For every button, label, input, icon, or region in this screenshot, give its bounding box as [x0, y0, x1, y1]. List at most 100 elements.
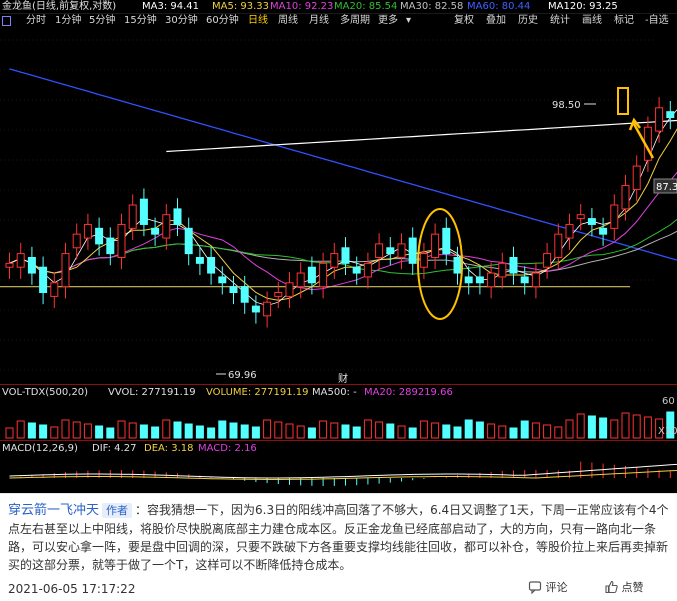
volume-title: VOL-TDX(500,20)	[2, 387, 89, 398]
candle-body	[408, 237, 417, 264]
candle-body	[139, 198, 148, 225]
volume-bar	[621, 412, 630, 439]
candle-body	[285, 282, 294, 297]
highlight-box	[617, 87, 629, 115]
candle-body	[363, 262, 372, 278]
volume-bar	[531, 422, 540, 439]
volume-bar	[106, 427, 115, 439]
volume-bar	[352, 426, 361, 439]
candle-body	[431, 233, 440, 259]
stock-chart-panel[interactable]: 金龙鱼(日线,前复权,对数) MA3: 94.41 MA5: 93.33 MA1…	[0, 0, 677, 493]
macd-dea-value: DEA: 3.18	[144, 443, 194, 454]
volume-bar	[117, 420, 126, 439]
candle-body	[263, 301, 272, 317]
volume-bar	[599, 417, 608, 439]
volume-bar	[341, 424, 350, 439]
high-price-label: 98.50	[552, 100, 581, 111]
candle-body	[173, 208, 182, 225]
candle-body	[509, 257, 518, 274]
volume-bar	[464, 419, 473, 439]
volume-bar	[195, 425, 204, 439]
volume-indicator-title: VOL-TDX(500,20) VVOL: 277191.19 VOLUME: …	[0, 386, 677, 399]
volume-bar	[5, 427, 14, 439]
candle-body	[117, 223, 126, 258]
candle-body	[655, 107, 664, 132]
vvol-value: VVOL: 277191.19	[108, 387, 196, 398]
candle-body	[442, 227, 451, 255]
candle-body	[666, 111, 675, 118]
candle-body	[39, 266, 48, 294]
volume-bar	[72, 421, 81, 439]
ma120-line	[166, 119, 677, 153]
ma500-value: MA500: -	[312, 387, 357, 398]
macd-indicator-title: MACD(12,26,9) DIF: 4.27 DEA: 3.18 MACD: …	[0, 442, 677, 455]
volume-bar	[453, 426, 462, 439]
volume-bar	[386, 423, 395, 439]
like-label: 点赞	[621, 581, 644, 594]
volume-bar	[565, 419, 574, 439]
ma3-line	[9, 109, 677, 306]
candle-body	[61, 253, 70, 288]
macd-dea-line	[9, 469, 677, 480]
candle-body	[27, 257, 36, 274]
volume-bar	[554, 426, 563, 439]
volume-bar	[285, 423, 294, 439]
volume-bar	[543, 424, 552, 439]
candle-body	[610, 204, 619, 229]
comment-icon	[528, 581, 542, 595]
volume-bar	[173, 421, 182, 439]
volume-bar	[274, 421, 283, 439]
candle-body	[599, 227, 608, 235]
volume-bar	[139, 424, 148, 439]
candle-body	[296, 272, 305, 288]
volume-bar	[442, 424, 451, 439]
macd-dif-line	[9, 463, 677, 479]
volume-bar	[520, 420, 529, 439]
comment-author[interactable]: 穿云箭一飞冲天	[8, 503, 99, 518]
candle-body	[95, 227, 104, 245]
volume-bar	[207, 427, 216, 439]
candle-body	[218, 276, 227, 284]
author-badge: 作者	[102, 503, 133, 518]
candle-body	[453, 257, 462, 274]
comment-reply-button[interactable]: 评论	[528, 580, 568, 596]
volume-bar	[632, 414, 641, 439]
comment-time: 2021-06-05 17:17:22	[8, 582, 136, 596]
candle-body	[274, 292, 283, 297]
candle-body	[565, 223, 574, 239]
candle-body	[106, 237, 115, 255]
candle-body	[475, 276, 484, 284]
candle-body	[386, 247, 395, 255]
candle-body	[419, 253, 428, 268]
volume-bar	[431, 422, 440, 439]
volume-bar	[319, 420, 328, 439]
volume-axis-top: 60	[662, 396, 675, 407]
volume-bar	[50, 426, 59, 439]
candle-body	[498, 262, 507, 278]
candle-body	[576, 214, 585, 220]
macd-macd-value: MACD: 2.16	[198, 443, 257, 454]
volume-bar	[16, 420, 25, 439]
low-price-label: 69.96	[228, 370, 257, 381]
thumbs-up-icon	[605, 580, 618, 594]
candle-body	[229, 286, 238, 293]
volume-bar	[475, 421, 484, 439]
volume-bar	[240, 424, 249, 439]
comment-reply-label: 评论	[545, 581, 568, 594]
candle-body	[543, 253, 552, 268]
candle-body	[375, 243, 384, 258]
volume-bar	[95, 425, 104, 439]
volume-bar	[576, 413, 585, 439]
candle-body	[397, 243, 406, 258]
volume-bar	[296, 425, 305, 439]
candle-body	[554, 233, 563, 259]
volume-bar	[375, 421, 384, 439]
volume-bar	[509, 427, 518, 439]
like-button[interactable]: 点赞	[604, 580, 644, 596]
comment-body: 穿云箭一飞冲天 作者 ：容我猜想一下，因为6.3日的阳线冲高回落了不够大，6.4日又…	[8, 501, 672, 574]
last-price-label: 87.3	[656, 182, 677, 193]
candle-body	[50, 282, 59, 297]
volume-bar	[128, 422, 137, 439]
ma20-vol-value: MA20: 289219.66	[364, 387, 453, 398]
candle-body	[151, 227, 160, 235]
